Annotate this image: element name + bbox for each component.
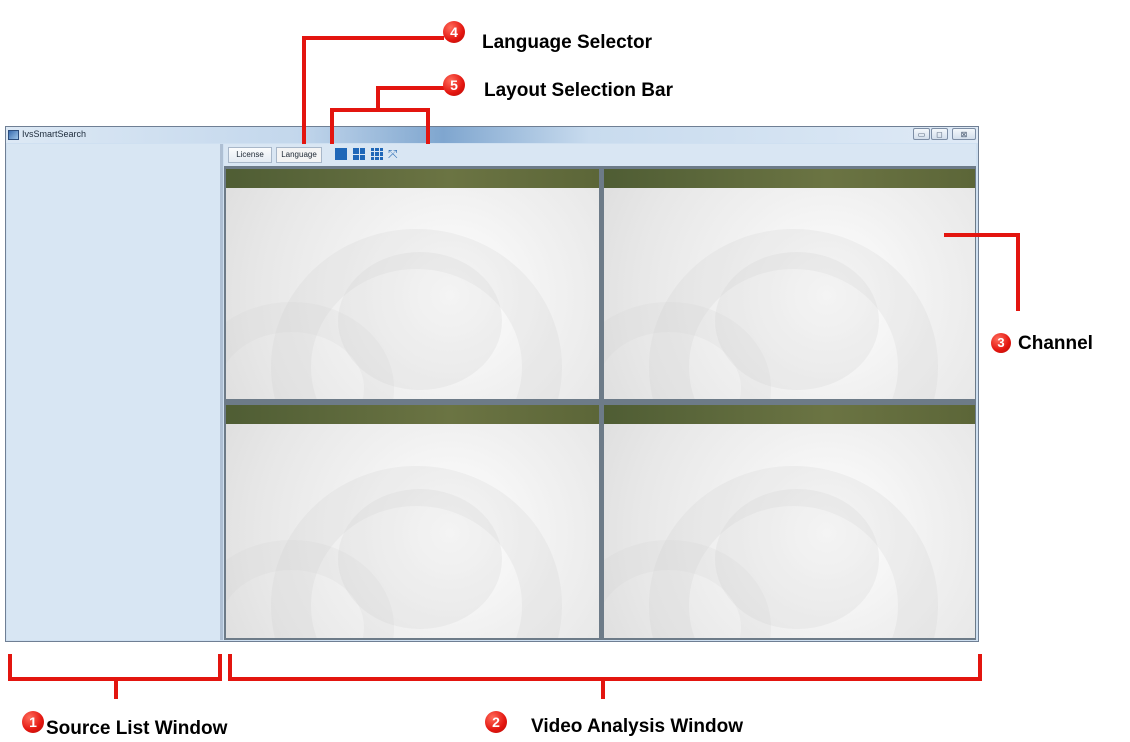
title-bar[interactable]: IvsSmartSearch ▭ ◻ ⊠ <box>6 127 978 143</box>
minimize-button[interactable]: ▭ <box>913 128 930 140</box>
language-selector-button[interactable]: Language <box>276 147 322 163</box>
callout-line <box>302 36 444 40</box>
callout-badge-5: 5 <box>443 74 465 96</box>
close-button[interactable]: ⊠ <box>952 128 976 140</box>
license-button[interactable]: License <box>228 147 272 163</box>
window-title: IvsSmartSearch <box>22 129 87 139</box>
callout-line <box>1016 233 1020 311</box>
callout-badge-1: 1 <box>22 711 44 733</box>
callout-line <box>426 108 430 144</box>
callout-label-source-list-window: Source List Window <box>46 718 228 739</box>
callout-line <box>376 86 380 110</box>
callout-badge-2: 2 <box>485 711 507 733</box>
source-list-window[interactable] <box>7 144 223 640</box>
callout-line <box>601 677 605 699</box>
callout-badge-3: 3 <box>991 333 1011 353</box>
callout-line <box>302 36 306 144</box>
callout-badge-4: 4 <box>443 21 465 43</box>
app-icon <box>8 130 19 140</box>
channel-4[interactable] <box>604 405 975 638</box>
callout-label-layout-selection-bar: Layout Selection Bar <box>484 80 673 101</box>
app-window: IvsSmartSearch ▭ ◻ ⊠ License Language ⤧ <box>5 126 979 642</box>
channel-1[interactable] <box>226 169 599 399</box>
callout-line <box>944 233 1020 237</box>
video-analysis-window <box>224 166 976 640</box>
callout-line <box>228 677 982 681</box>
callout-line <box>330 108 430 112</box>
fullscreen-icon[interactable]: ⤧ <box>388 148 400 160</box>
channel-header-bar <box>226 405 599 424</box>
channel-header-bar <box>226 169 599 188</box>
channel-header-bar <box>604 405 975 424</box>
layout-1x1-icon[interactable] <box>335 148 347 160</box>
maximize-button[interactable]: ◻ <box>931 128 948 140</box>
callout-label-video-analysis-window: Video Analysis Window <box>531 716 744 737</box>
layout-2x2-icon[interactable] <box>353 148 365 160</box>
channel-3[interactable] <box>226 405 599 638</box>
channel-2[interactable] <box>604 169 975 399</box>
layout-3x3-icon[interactable] <box>371 148 383 160</box>
toolbar: License Language ⤧ <box>224 144 976 166</box>
callout-label-channel: Channel <box>1018 333 1093 354</box>
callout-line <box>114 677 118 699</box>
callout-line <box>330 108 334 144</box>
callout-label-language-selector: Language Selector <box>482 32 652 53</box>
callout-line <box>378 86 444 90</box>
channel-header-bar <box>604 169 975 188</box>
